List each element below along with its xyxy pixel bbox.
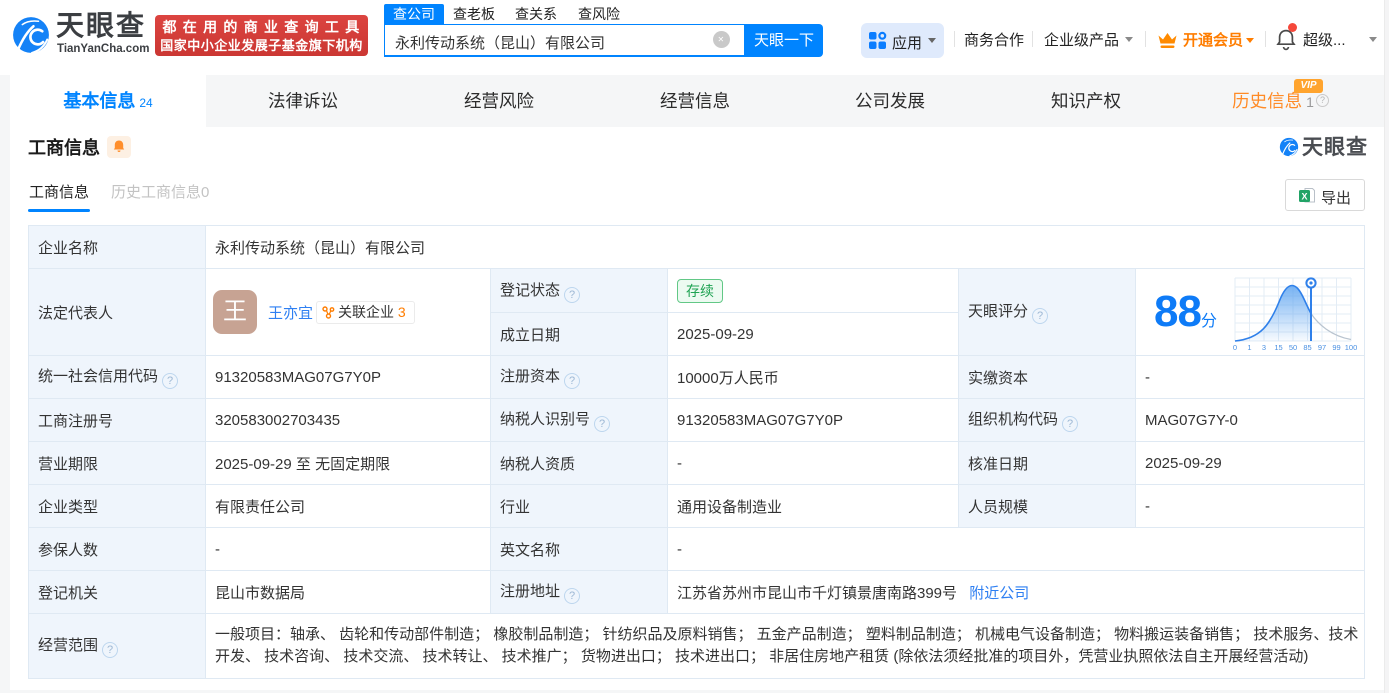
svg-text:3: 3	[1262, 343, 1266, 352]
svg-text:X: X	[1301, 192, 1307, 202]
svg-text:1: 1	[1247, 343, 1251, 352]
svg-text:15: 15	[1274, 343, 1282, 352]
svg-text:85: 85	[1303, 343, 1311, 352]
svg-text:99: 99	[1332, 343, 1340, 352]
svg-text:50: 50	[1289, 343, 1297, 352]
svg-text:100: 100	[1345, 343, 1358, 352]
svg-text:0: 0	[1233, 343, 1237, 352]
svg-text:97: 97	[1318, 343, 1326, 352]
